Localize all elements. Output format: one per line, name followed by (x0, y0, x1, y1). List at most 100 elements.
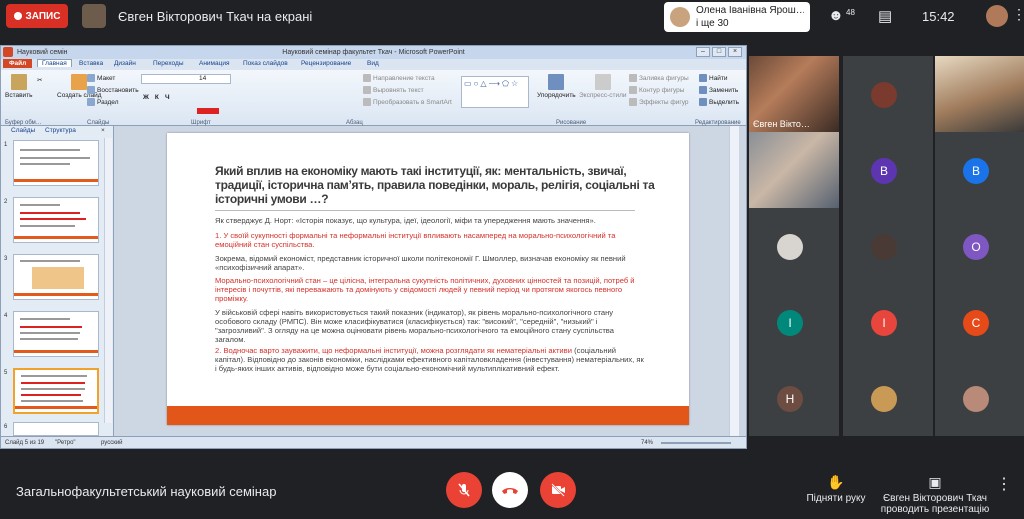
camera-video (935, 56, 1024, 132)
tab-slides[interactable]: Слайды (11, 127, 35, 134)
participant-tile[interactable] (843, 208, 933, 284)
thumb-line (21, 394, 81, 396)
more-options-icon[interactable]: ⋮ (1012, 6, 1024, 23)
smartart-icon (363, 98, 371, 106)
slide-thumb-5[interactable] (13, 368, 99, 414)
zoom-slider[interactable] (661, 442, 731, 444)
more-actions-icon[interactable]: ⋮ (996, 474, 1012, 494)
status-zoom[interactable]: 74% (641, 440, 653, 446)
close-icon[interactable]: × (728, 47, 742, 57)
arrange-button[interactable]: Упорядочить (537, 74, 576, 99)
find-button[interactable]: Найти (699, 74, 728, 82)
window-controls: – □ × (696, 47, 742, 57)
text-direction-icon (363, 74, 371, 82)
align-text-icon (363, 86, 371, 94)
slide-thumb-6[interactable] (13, 422, 99, 436)
reset-button[interactable]: Восстановить (87, 86, 139, 94)
ribbon: Вставить ✂ Создать слайд Макет Восстанов… (1, 70, 746, 126)
presenting-label: проводить презентацію (880, 504, 990, 515)
meeting-name: Загальнофакультетський науковий семінар (16, 484, 277, 499)
editor-scrollbar[interactable] (729, 126, 739, 436)
layout-button[interactable]: Макет (87, 74, 115, 82)
tab-review[interactable]: Рецензирование (301, 60, 351, 67)
raise-hand-label: Підняти руку (806, 493, 866, 504)
select-button[interactable]: Выделить (699, 98, 739, 106)
participant-initial-avatar: І (777, 310, 803, 336)
active-speakers-chip[interactable]: Олена Іванівна Ярош… і ще 30 (664, 2, 810, 32)
slide-thumb-1[interactable] (13, 140, 99, 186)
close-pane-icon[interactable]: × (101, 127, 105, 134)
participant-tile[interactable]: І (843, 284, 933, 360)
presentation-button[interactable]: ▣ Євген Вікторович Ткач проводить презента… (880, 474, 990, 515)
slide-editor: Який вплив на економіку мають такі інсти… (114, 126, 739, 436)
tab-outline[interactable]: Структура (45, 127, 76, 134)
thumb-number: 5 (4, 370, 8, 376)
tab-file[interactable]: Файл (3, 59, 33, 68)
participant-tile[interactable]: О (935, 208, 1024, 284)
paste-button[interactable]: Вставить (5, 74, 33, 99)
self-avatar[interactable] (986, 5, 1008, 27)
minimize-icon[interactable]: – (696, 47, 710, 57)
shape-effects-button[interactable]: Эффекты фигур (629, 98, 689, 106)
new-slide-icon (71, 74, 88, 90)
thumbs-scrollbar[interactable] (104, 138, 112, 423)
speaker-name: Олена Іванівна Ярош… (696, 5, 804, 16)
smartart-button[interactable]: Преобразовать в SmartArt (363, 98, 452, 106)
font-size-select[interactable]: 14 (199, 75, 206, 82)
participant-tile[interactable]: Н (749, 360, 839, 436)
tab-design[interactable]: Дизайн (114, 60, 136, 67)
font-name-select[interactable] (141, 74, 231, 84)
slide-thumb-4[interactable] (13, 311, 99, 357)
font-format-buttons[interactable]: ЖКЧ (143, 94, 176, 101)
tab-animation[interactable]: Анимация (199, 60, 230, 67)
shape-outline-button[interactable]: Контур фигуры (629, 86, 684, 94)
thumb-line (21, 400, 83, 402)
tab-slideshow[interactable]: Показ слайдов (243, 60, 288, 67)
participant-tile[interactable] (843, 56, 933, 132)
tab-insert[interactable]: Вставка (79, 60, 103, 67)
status-theme: "Ретро" (55, 440, 76, 446)
shapes-gallery[interactable]: ▭○△⟶⬠☆ (461, 76, 529, 108)
hang-up-button[interactable] (492, 472, 528, 508)
status-slide: Слайд 5 из 19 (5, 440, 45, 446)
participant-avatar (871, 234, 897, 260)
text-direction-button[interactable]: Направление текста (363, 74, 435, 82)
section-button[interactable]: Раздел (87, 98, 118, 106)
tab-transitions[interactable]: Переходы (153, 60, 184, 67)
slide-thumb-3[interactable] (13, 254, 99, 300)
maximize-icon[interactable]: □ (712, 47, 726, 57)
mic-off-icon[interactable] (446, 472, 482, 508)
participant-tile[interactable]: Євген Вікто… (749, 56, 839, 132)
tab-view[interactable]: Вид (367, 60, 379, 67)
pane-tabs: Слайды Структура × (1, 126, 113, 136)
participant-avatar (963, 386, 989, 412)
tab-home[interactable]: Главная (37, 59, 72, 67)
replace-button[interactable]: Заменить (699, 86, 738, 94)
doc-tab: Науковий семін (17, 49, 68, 56)
font-color-icon[interactable] (197, 108, 219, 114)
slide-paragraph-6-red: 2. Водночас варто зауважити, що неформал… (215, 346, 572, 355)
participant-tile[interactable]: І (749, 284, 839, 360)
camera-off-icon[interactable] (540, 472, 576, 508)
shape-fill-button[interactable]: Заливка фигуры (629, 74, 689, 82)
participant-tile[interactable] (935, 360, 1024, 436)
participant-tile[interactable] (935, 56, 1024, 132)
participant-tile[interactable]: В (843, 132, 933, 208)
participant-tile[interactable]: С (935, 284, 1024, 360)
title-divider (215, 210, 635, 211)
participant-initial-avatar: С (963, 310, 989, 336)
reset-label: Восстановить (97, 86, 139, 94)
quick-styles-button[interactable]: Экспресс-стили (579, 74, 627, 99)
cut-icon[interactable]: ✂ (37, 76, 42, 84)
shape-effects-label: Эффекты фигур (639, 98, 689, 106)
chat-icon[interactable]: ▤ (878, 7, 892, 25)
thumb-line (20, 157, 90, 159)
participant-tile[interactable]: В (935, 132, 1024, 208)
participant-tile[interactable] (843, 360, 933, 436)
participant-tile[interactable] (749, 208, 839, 284)
participant-tile[interactable] (749, 132, 839, 208)
raise-hand-button[interactable]: ✋ Підняти руку (800, 474, 872, 504)
people-icon[interactable]: ☻ (828, 7, 844, 24)
align-text-button[interactable]: Выровнять текст (363, 86, 424, 94)
slide-thumb-2[interactable] (13, 197, 99, 243)
